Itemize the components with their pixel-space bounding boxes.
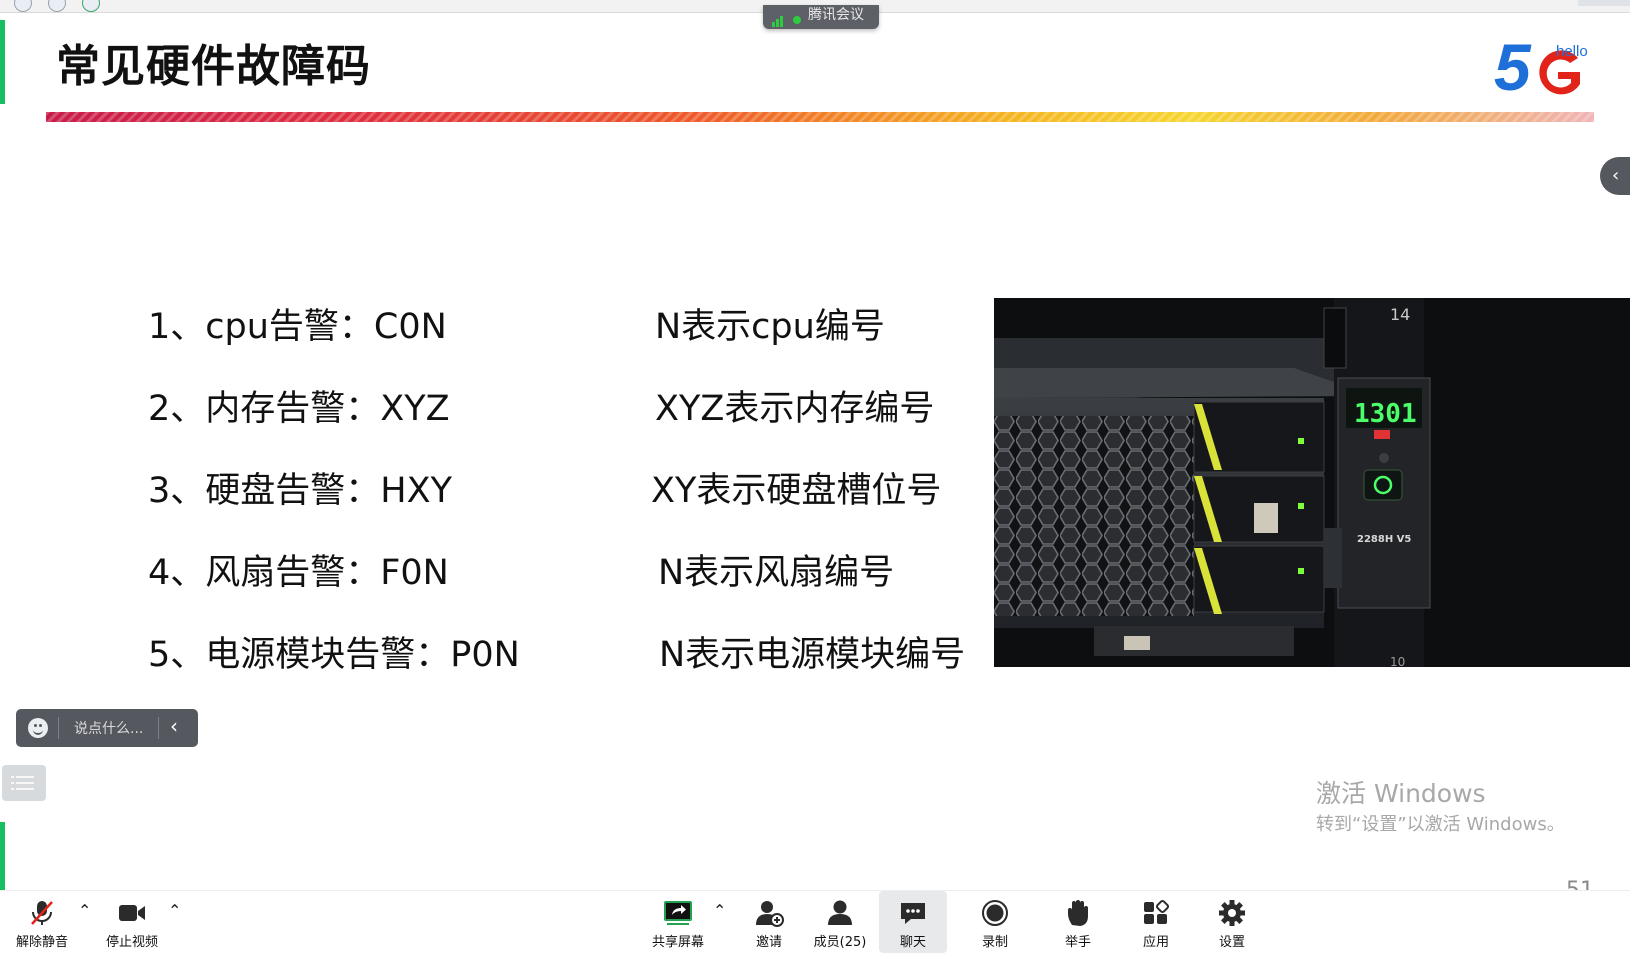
side-accent-bottom	[0, 822, 5, 892]
raise-hand-button[interactable]: 举手	[1050, 891, 1106, 953]
5g-logo: 5 hello	[1494, 30, 1588, 104]
record-button[interactable]: 录制	[967, 891, 1023, 953]
meeting-app-name: 腾讯会议	[808, 7, 864, 23]
audio-options-caret[interactable]: ⌃	[78, 901, 91, 920]
server-display-code: 1301	[1354, 399, 1417, 429]
apps-label: 应用	[1142, 935, 1169, 950]
list-icon-line	[11, 788, 34, 790]
members-label: 成员(25)	[813, 935, 867, 950]
meaning-row-1: N表示cpu编号	[655, 307, 885, 347]
share-screen-button[interactable]: 共享屏幕	[645, 891, 711, 953]
rack-top-label: 14	[1390, 305, 1410, 324]
window-control-icon[interactable]	[48, 0, 66, 12]
emoji-icon[interactable]	[28, 718, 48, 738]
logo-5: 5	[1494, 30, 1532, 104]
apps-grid-icon	[1144, 899, 1170, 924]
list-icon-line	[11, 782, 34, 784]
code-row-3: 3、硬盘告警：HXY	[148, 471, 452, 511]
meeting-toolbar: 解除静音 ⌃ 停止视频 ⌃ 共享屏幕 ⌃ 邀请 成员(25) 聊天 录制 举手 …	[0, 890, 1630, 959]
code-row-2: 2、内存告警：XYZ	[148, 389, 450, 429]
status-dot	[793, 16, 801, 24]
list-button[interactable]	[2, 765, 46, 801]
members-icon	[828, 900, 852, 925]
windows-activation-subtitle: 转到“设置”以激活 Windows。	[1316, 814, 1565, 835]
invite-button[interactable]: 邀请	[742, 891, 796, 953]
chevron-left-icon[interactable]: ‹	[170, 714, 178, 738]
meaning-row-3: XY表示硬盘槽位号	[651, 471, 942, 511]
settings-button[interactable]: 设置	[1204, 891, 1260, 953]
share-screen-label: 共享屏幕	[651, 935, 704, 950]
hand-icon	[1068, 900, 1088, 926]
meaning-row-4: N表示风扇编号	[658, 553, 895, 593]
chat-input-pill[interactable]: 说点什么... ‹	[16, 709, 198, 747]
raise-hand-label: 举手	[1064, 935, 1091, 950]
window-control-icon[interactable]	[82, 0, 100, 12]
unmute-button[interactable]: 解除静音	[10, 891, 74, 953]
slide-title: 常见硬件故障码	[56, 41, 371, 92]
signal-icon	[772, 15, 788, 27]
meaning-row-2: XYZ表示内存编号	[655, 389, 935, 429]
chat-label: 聊天	[899, 935, 926, 950]
chevron-left-icon: ‹	[1612, 165, 1620, 186]
logo-hello: hello	[1556, 43, 1588, 60]
code-row-5: 5、电源模块告警：P0N	[148, 635, 520, 675]
meeting-info-pill[interactable]: 腾讯会议	[763, 5, 879, 29]
chat-button[interactable]: 聊天	[879, 891, 947, 953]
divider	[158, 717, 159, 739]
server-model-label: 2288H V5	[1357, 534, 1411, 545]
list-icon	[11, 776, 34, 778]
apps-button[interactable]: 应用	[1128, 891, 1184, 953]
divider	[58, 717, 59, 739]
share-options-caret[interactable]: ⌃	[713, 901, 726, 920]
video-options-caret[interactable]: ⌃	[168, 901, 181, 920]
stop-video-button[interactable]: 停止视频	[100, 891, 164, 953]
chat-placeholder[interactable]: 说点什么...	[74, 718, 143, 738]
top-right-bar	[1578, 0, 1630, 6]
side-accent-top	[0, 20, 5, 104]
record-label: 录制	[981, 935, 1008, 950]
window-control-icon[interactable]	[14, 0, 32, 12]
video-camera-icon	[119, 905, 145, 921]
share-screen-icon	[664, 901, 692, 925]
mic-muted-icon	[31, 901, 53, 925]
code-row-4: 4、风扇告警：F0N	[148, 553, 449, 593]
decorative-color-band	[46, 112, 1594, 122]
code-row-1: 1、cpu告警：C0N	[148, 307, 447, 347]
unmute-label: 解除静音	[15, 935, 68, 950]
invite-person-icon	[756, 901, 784, 927]
server-illustration: 14 1301 2288H V5 10	[994, 298, 1630, 667]
stop-video-label: 停止视频	[105, 935, 158, 950]
server-photo: 14 1301 2288H V5 10	[994, 298, 1630, 667]
record-icon	[982, 900, 1008, 926]
meaning-row-5: N表示电源模块编号	[659, 635, 966, 675]
members-button[interactable]: 成员(25)	[808, 891, 872, 953]
invite-label: 邀请	[755, 935, 782, 950]
settings-label: 设置	[1218, 935, 1245, 950]
side-panel-toggle-button[interactable]: ‹	[1600, 157, 1630, 195]
windows-activation-title: 激活 Windows	[1316, 779, 1486, 808]
gear-icon	[1219, 900, 1245, 926]
chat-bubble-icon	[901, 903, 925, 924]
rack-bottom-label: 10	[1390, 655, 1405, 667]
